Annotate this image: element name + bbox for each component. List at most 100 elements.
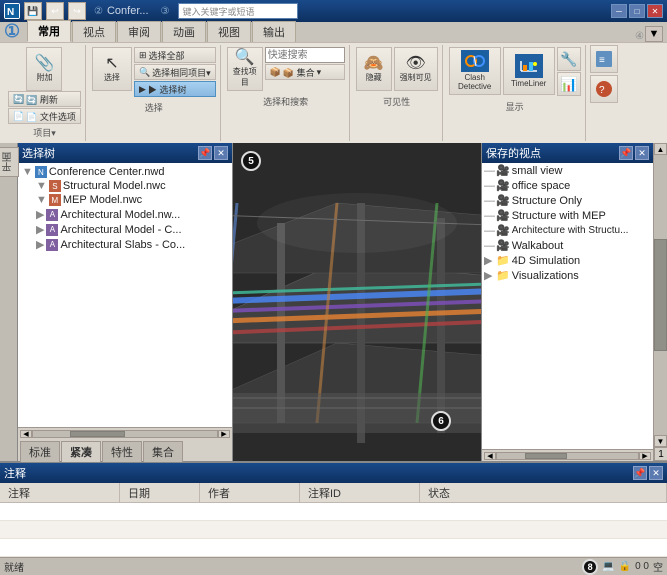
table-rows [0,503,667,557]
search-placeholder: 键入关键字或短语 [183,5,255,18]
table-row-2[interactable] [0,539,667,557]
status-zoom: 空 [653,559,663,574]
col-comment: 注释 [0,483,120,502]
scrollbar-track [32,430,218,438]
col-author: 作者 [200,483,300,502]
tab-sets[interactable]: 集合 [143,441,183,462]
search-input[interactable] [265,47,345,63]
sv-down-btn[interactable]: ▼ [654,435,667,447]
view-icon-7: 📁 [496,269,510,282]
options-button[interactable]: 📄 📄 文件选项 [8,108,81,124]
minimize-btn[interactable]: ─ [611,4,627,18]
viewport: 5 6 [233,143,481,461]
sv-thumb[interactable] [654,239,667,351]
scroll-left-btn[interactable]: ◀ [20,430,32,438]
tool-btn-1[interactable]: 🔧 [557,47,581,71]
sv-up-btn[interactable]: ▲ [654,143,667,155]
tree-expand-3: ▶ [36,208,44,221]
view-icon-1: 🎥 [496,179,510,192]
tab-viewpoint[interactable]: 视点 [72,21,116,42]
right-scroll-right[interactable]: ▶ [639,452,651,460]
view-item-7[interactable]: ▶ 📁 Visualizations [482,268,653,283]
tree-item-2[interactable]: ▼ M MEP Model.nwc [20,193,230,207]
view-item-1[interactable]: — 🎥 office space [482,178,653,193]
table-row-1[interactable] [0,521,667,539]
tree-item-1[interactable]: ▼ S Structural Model.nwc [20,179,230,193]
right-scrollbar-v: ▲ ▼ 1 [653,143,667,461]
table-row-0[interactable] [0,503,667,521]
tab-standard[interactable]: 标准 [20,441,60,462]
required-visible-btn[interactable]: 👁 强制可见 [394,47,438,91]
sv-track [654,155,667,435]
set-btn[interactable]: 📦 📦 集合 ▾ [265,64,345,80]
viewport-badge-6: 6 [431,411,451,431]
tree-item-4[interactable]: ▶ A Architectural Model - C... [20,222,230,237]
quick-redo-btn[interactable]: ↪ [68,2,86,20]
right-scroll-left[interactable]: ◀ [484,452,496,460]
status-text: 就绪 [4,559,24,574]
right-panel-header: 保存的视点 📌 ✕ [482,143,653,163]
bottom-header: 注释 📌 ✕ [0,463,667,483]
select-mode-btn[interactable]: ↖ 选择 [92,47,132,91]
tab-properties[interactable]: 特性 [102,441,142,462]
tree-item-3[interactable]: ▶ A Architectural Model.nw... [20,207,230,222]
scroll-right-btn[interactable]: ▶ [218,430,230,438]
view-item-4[interactable]: — 🎥 Architecture with Structu... [482,223,653,238]
tab-review[interactable]: 审阅 [117,21,161,42]
panel-close-btn[interactable]: ✕ [214,146,228,160]
extra-tool-1[interactable]: ≡ [590,45,618,73]
tree-item-5[interactable]: ▶ A Architectural Slabs - Co... [20,237,230,252]
close-btn[interactable]: ✕ [647,4,663,18]
quick-save-btn[interactable]: 💾 [24,2,42,20]
view-item-0[interactable]: — 🎥 small view [482,163,653,178]
clash-detective-btn[interactable]: ClashDetective [449,47,501,95]
status-icon-1: 💻 [602,561,614,572]
find-item-btn[interactable]: 🔍 查找项目 [227,47,263,91]
col-status: 状态 [420,483,667,502]
view-icon-6: 📁 [496,254,510,267]
attach-button[interactable]: 📎 附加 [26,47,62,91]
nwc-icon-2: M [49,194,61,206]
hide-btn[interactable]: 🙈 隐藏 [356,47,392,91]
select-same-btn[interactable]: 🔍 选择相同项目▾ [134,64,216,80]
tree-scrollbar-h[interactable]: ◀ ▶ [18,427,232,439]
tab-compact[interactable]: 紧凑 [61,441,101,462]
view-item-2[interactable]: — 🎥 Structure Only [482,193,653,208]
refresh-button[interactable]: 🔄 🔄 刷新 [8,91,81,107]
view-item-3[interactable]: — 🎥 Structure with MEP [482,208,653,223]
right-scrollbar-h[interactable]: ◀ ▶ [482,449,653,461]
bottom-close-btn[interactable]: ✕ [649,466,663,480]
right-scrollbar-thumb[interactable] [525,453,567,459]
timeliner-btn[interactable]: TimeLiner [503,47,555,95]
tab-common[interactable]: 常用 [27,20,71,42]
project-sub-btns: 🔄 🔄 刷新 📄 📄 文件选项 [8,91,81,124]
attach-group-label: 项目▾ [33,126,56,139]
maximize-btn[interactable]: □ [629,4,645,18]
tab-animation[interactable]: 动画 [162,21,206,42]
side-tab-plan[interactable]: 平面 [0,147,19,177]
step-indicator: ② [94,6,103,17]
tree-item-0[interactable]: ▼ N Conference Center.nwd [20,165,230,179]
right-pin-btn[interactable]: 📌 [619,146,633,160]
tab-output[interactable]: 输出 [252,21,296,42]
ribbon-content: 📎 附加 🔄 🔄 刷新 📄 📄 文件选项 项目▾ ↖ 选择 [0,42,667,143]
find-group-label: 选择和搜索 [263,95,308,108]
tree-expand-2: ▼ [36,194,47,206]
view-item-6[interactable]: ▶ 📁 4D Simulation [482,253,653,268]
tool-btn-2[interactable]: 📊 [557,72,581,96]
search-area: 📦 📦 集合 ▾ [265,47,345,80]
bottom-pin-btn[interactable]: 📌 [633,466,647,480]
view-item-5[interactable]: — 🎥 Walkabout [482,238,653,253]
right-close-btn[interactable]: ✕ [635,146,649,160]
select-all-btn[interactable]: ⊞ 选择全部 [134,47,216,63]
ribbon-collapse-btn[interactable]: ▼ [645,26,663,42]
ribbon-tabs: ① 常用 视点 审阅 动画 视图 输出 ④ ▼ [0,22,667,42]
select-tree-btn[interactable]: ▶ ▶ 选择树 [134,81,216,97]
extra-tool-2[interactable]: ? [590,75,618,103]
scrollbar-thumb[interactable] [70,431,125,437]
tab-view[interactable]: 视图 [207,21,251,42]
quick-undo-btn[interactable]: ↩ [46,2,64,20]
panel-pin-btn[interactable]: 📌 [198,146,212,160]
select-all-icon: ⊞ [139,50,147,61]
visibility-group-label: 可见性 [383,95,410,108]
